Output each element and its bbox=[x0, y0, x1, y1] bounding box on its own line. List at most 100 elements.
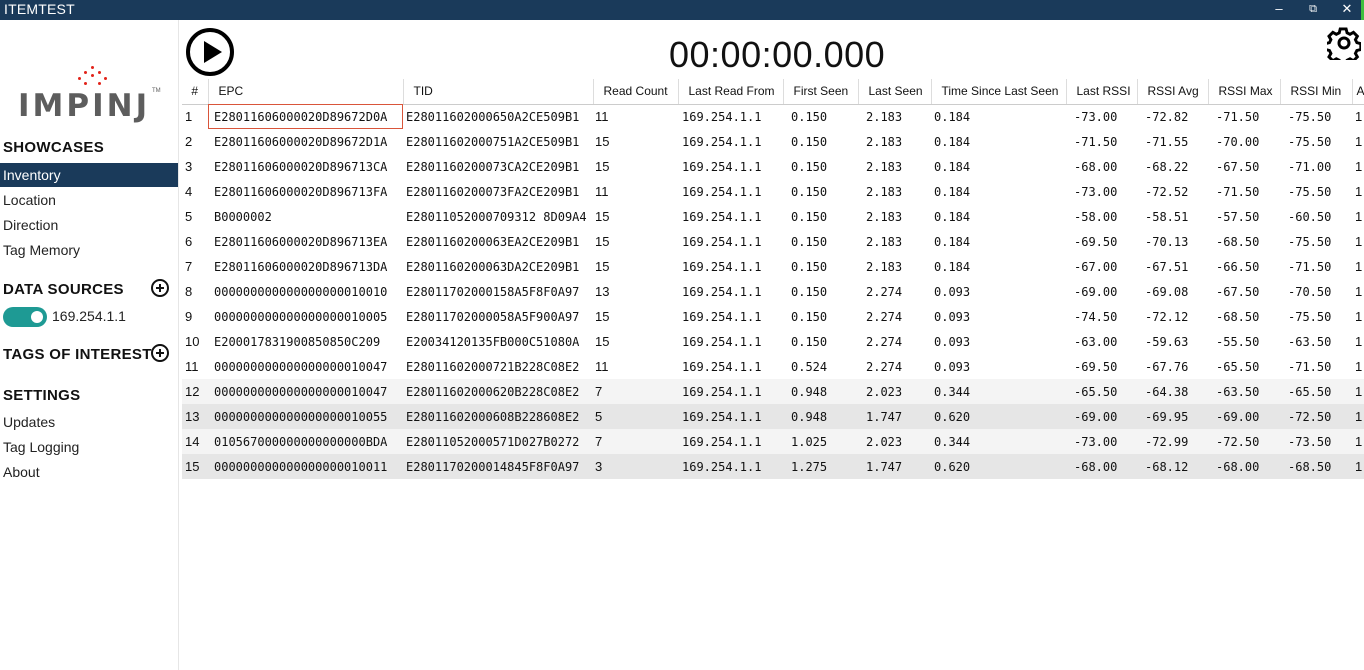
table-row[interactable]: 7 E28011606000020D896713DA E2801160200063D… bbox=[182, 254, 1364, 279]
rssi-max-cell: -68.50 bbox=[1216, 234, 1260, 249]
last-rssi-cell: -63.00 bbox=[1074, 334, 1118, 349]
table-row[interactable]: 2 E28011606000020D89672D1A E28011602000751… bbox=[182, 129, 1364, 154]
sidebar-item-tag-logging[interactable]: Tag Logging bbox=[0, 435, 178, 459]
column-header-index[interactable]: # bbox=[182, 79, 209, 105]
read-count-cell: 11 bbox=[595, 109, 609, 125]
table-row[interactable]: 4 E28011606000020D896713FA E2801160200073F… bbox=[182, 179, 1364, 204]
column-header-first-seen[interactable]: First Seen bbox=[783, 79, 859, 105]
title-bar: ITEMTEST – ⧉ ✕ bbox=[0, 0, 1364, 20]
last-seen-cell: 2.274 bbox=[866, 284, 903, 299]
column-header-last-seen[interactable]: Last Seen bbox=[858, 79, 932, 105]
last-read-from-cell: 169.254.1.1 bbox=[682, 284, 762, 299]
column-header-tid[interactable]: TID bbox=[403, 79, 594, 105]
epc-cell: E28011606000020D896713EA bbox=[214, 234, 388, 249]
rssi-max-cell: -67.50 bbox=[1216, 159, 1260, 174]
time-since-cell: 0.093 bbox=[934, 359, 971, 374]
read-count-cell: 5 bbox=[593, 404, 678, 429]
read-count-cell: 15 bbox=[595, 209, 610, 224]
last-read-from-cell: 169.254.1.1 bbox=[682, 234, 762, 249]
data-sources-heading: DATA SOURCES bbox=[3, 281, 124, 298]
table-row[interactable]: 6 E28011606000020D896713EA E2801160200063E… bbox=[182, 229, 1364, 254]
sidebar-item-tag-memory[interactable]: Tag Memory bbox=[0, 238, 178, 262]
epc-cell: 000000000000000000010047 bbox=[208, 379, 403, 404]
sidebar-item-location[interactable]: Location bbox=[0, 188, 178, 212]
rssi-max-cell: -65.50 bbox=[1216, 359, 1260, 374]
truncated-cell: 1 bbox=[1355, 209, 1363, 224]
column-header-last-rssi[interactable]: Last RSSI bbox=[1066, 79, 1138, 105]
rssi-min-cell: -70.50 bbox=[1288, 284, 1332, 299]
rssi-min-cell: -75.50 bbox=[1288, 134, 1332, 149]
tid-cell: E2801160200073FA2CE209B1 bbox=[406, 184, 580, 199]
table-row[interactable]: 8 000000000000000000010010 E28011702000158… bbox=[182, 279, 1364, 304]
rssi-min-cell: -71.00 bbox=[1288, 159, 1332, 174]
play-icon[interactable] bbox=[186, 28, 234, 76]
read-count-cell: 13 bbox=[595, 284, 610, 299]
impinj-logo: IMPINJ TM bbox=[18, 62, 168, 126]
last-rssi-cell: -69.00 bbox=[1074, 284, 1118, 299]
column-header-rssi-min[interactable]: RSSI Min bbox=[1280, 79, 1353, 105]
tid-cell: E28011702000158A5F8F0A97 bbox=[406, 284, 580, 299]
last-rssi-cell: -73.00 bbox=[1074, 184, 1118, 199]
truncated-cell: 1 bbox=[1355, 159, 1363, 174]
sidebar-item-about[interactable]: About bbox=[0, 460, 178, 484]
table-row[interactable]: 1 E28011606000020D89672D0A E28011602000650… bbox=[182, 104, 1364, 129]
tid-cell: E28011602000721B228C08E2 bbox=[406, 359, 580, 374]
table-row[interactable]: 5 B0000002 E28011052000709312 8D09A4 15 169.… bbox=[182, 204, 1364, 229]
add-tag-of-interest-icon[interactable] bbox=[151, 344, 169, 362]
time-since-cell: 0.093 bbox=[934, 309, 971, 324]
sidebar-item-updates[interactable]: Updates bbox=[0, 410, 178, 434]
tid-cell: E28011052000571D027B0272 bbox=[403, 429, 593, 454]
read-count-cell: 7 bbox=[593, 429, 678, 454]
add-data-source-icon[interactable] bbox=[151, 279, 169, 297]
last-read-from-cell: 169.254.1.1 bbox=[682, 159, 762, 174]
truncated-cell: 1 bbox=[1355, 284, 1363, 299]
time-since-cell: 0.184 bbox=[934, 259, 971, 274]
row-index: 10 bbox=[185, 334, 200, 349]
table-row[interactable]: 11 000000000000000000010047 E2801160200072… bbox=[182, 354, 1364, 379]
column-header-truncated[interactable]: A bbox=[1352, 79, 1364, 105]
row-index: 9 bbox=[185, 309, 193, 324]
last-seen-cell: 2.183 bbox=[866, 209, 903, 224]
column-header-epc[interactable]: EPC bbox=[208, 79, 404, 105]
last-rssi-cell: -67.00 bbox=[1074, 259, 1118, 274]
epc-cell: 000000000000000000010047 bbox=[214, 359, 388, 374]
main-panel: 00:00:00.000 # EPC TID Read Count Last R… bbox=[179, 20, 1364, 670]
table-row[interactable]: 9 000000000000000000010005 E28011702000058… bbox=[182, 304, 1364, 329]
minimize-button[interactable]: – bbox=[1264, 0, 1294, 20]
first-seen-cell: 0.150 bbox=[791, 334, 828, 349]
truncated-cell: 1 bbox=[1355, 259, 1363, 274]
rssi-max-cell: -72.50 bbox=[1208, 429, 1280, 454]
data-source-label: 169.254.1.1 bbox=[52, 308, 126, 324]
column-header-last-read-from[interactable]: Last Read From bbox=[678, 79, 784, 105]
close-button[interactable]: ✕ bbox=[1332, 0, 1362, 20]
row-index: 4 bbox=[185, 184, 193, 199]
table-row[interactable]: 3 E28011606000020D896713CA E2801160200073C… bbox=[182, 154, 1364, 179]
column-header-rssi-max[interactable]: RSSI Max bbox=[1208, 79, 1281, 105]
inventory-table: # EPC TID Read Count Last Read From Firs… bbox=[182, 79, 1364, 479]
sidebar-item-direction[interactable]: Direction bbox=[0, 213, 178, 237]
window-title: ITEMTEST bbox=[4, 1, 75, 17]
tid-cell: E28011602000751A2CE509B1 bbox=[406, 134, 580, 149]
column-header-rssi-avg[interactable]: RSSI Avg bbox=[1137, 79, 1209, 105]
table-row[interactable]: 12 000000000000000000010047 E2801160200062… bbox=[182, 379, 1364, 404]
table-row[interactable]: 14 010567000000000000000BDA E2801105200057… bbox=[182, 429, 1364, 454]
column-header-time-since-last-seen[interactable]: Time Since Last Seen bbox=[931, 79, 1067, 105]
time-since-cell: 0.184 bbox=[934, 109, 971, 124]
table-row[interactable]: 10 E200017831900850850C209 E20034120135FB0… bbox=[182, 329, 1364, 354]
truncated-cell: 1 bbox=[1355, 184, 1363, 199]
column-header-read-count[interactable]: Read Count bbox=[593, 79, 679, 105]
truncated-cell: 1 bbox=[1355, 134, 1363, 149]
sidebar-item-inventory[interactable]: Inventory bbox=[0, 163, 178, 187]
rssi-min-cell: -75.50 bbox=[1288, 109, 1332, 124]
data-source-toggle[interactable] bbox=[3, 307, 47, 327]
table-row[interactable]: 15 000000000000000000010011 E2801170200014… bbox=[182, 454, 1364, 479]
last-rssi-cell: -74.50 bbox=[1074, 309, 1118, 324]
restore-button[interactable]: ⧉ bbox=[1298, 0, 1328, 20]
first-seen-cell: 0.150 bbox=[791, 209, 828, 224]
table-row[interactable]: 13 000000000000000000010055 E2801160200060… bbox=[182, 404, 1364, 429]
rssi-avg-cell: -72.12 bbox=[1145, 309, 1189, 324]
last-rssi-cell: -69.50 bbox=[1074, 359, 1118, 374]
read-count-cell: 3 bbox=[593, 454, 678, 479]
last-read-from-cell: 169.254.1.1 bbox=[682, 359, 762, 374]
gear-icon[interactable] bbox=[1327, 26, 1361, 60]
